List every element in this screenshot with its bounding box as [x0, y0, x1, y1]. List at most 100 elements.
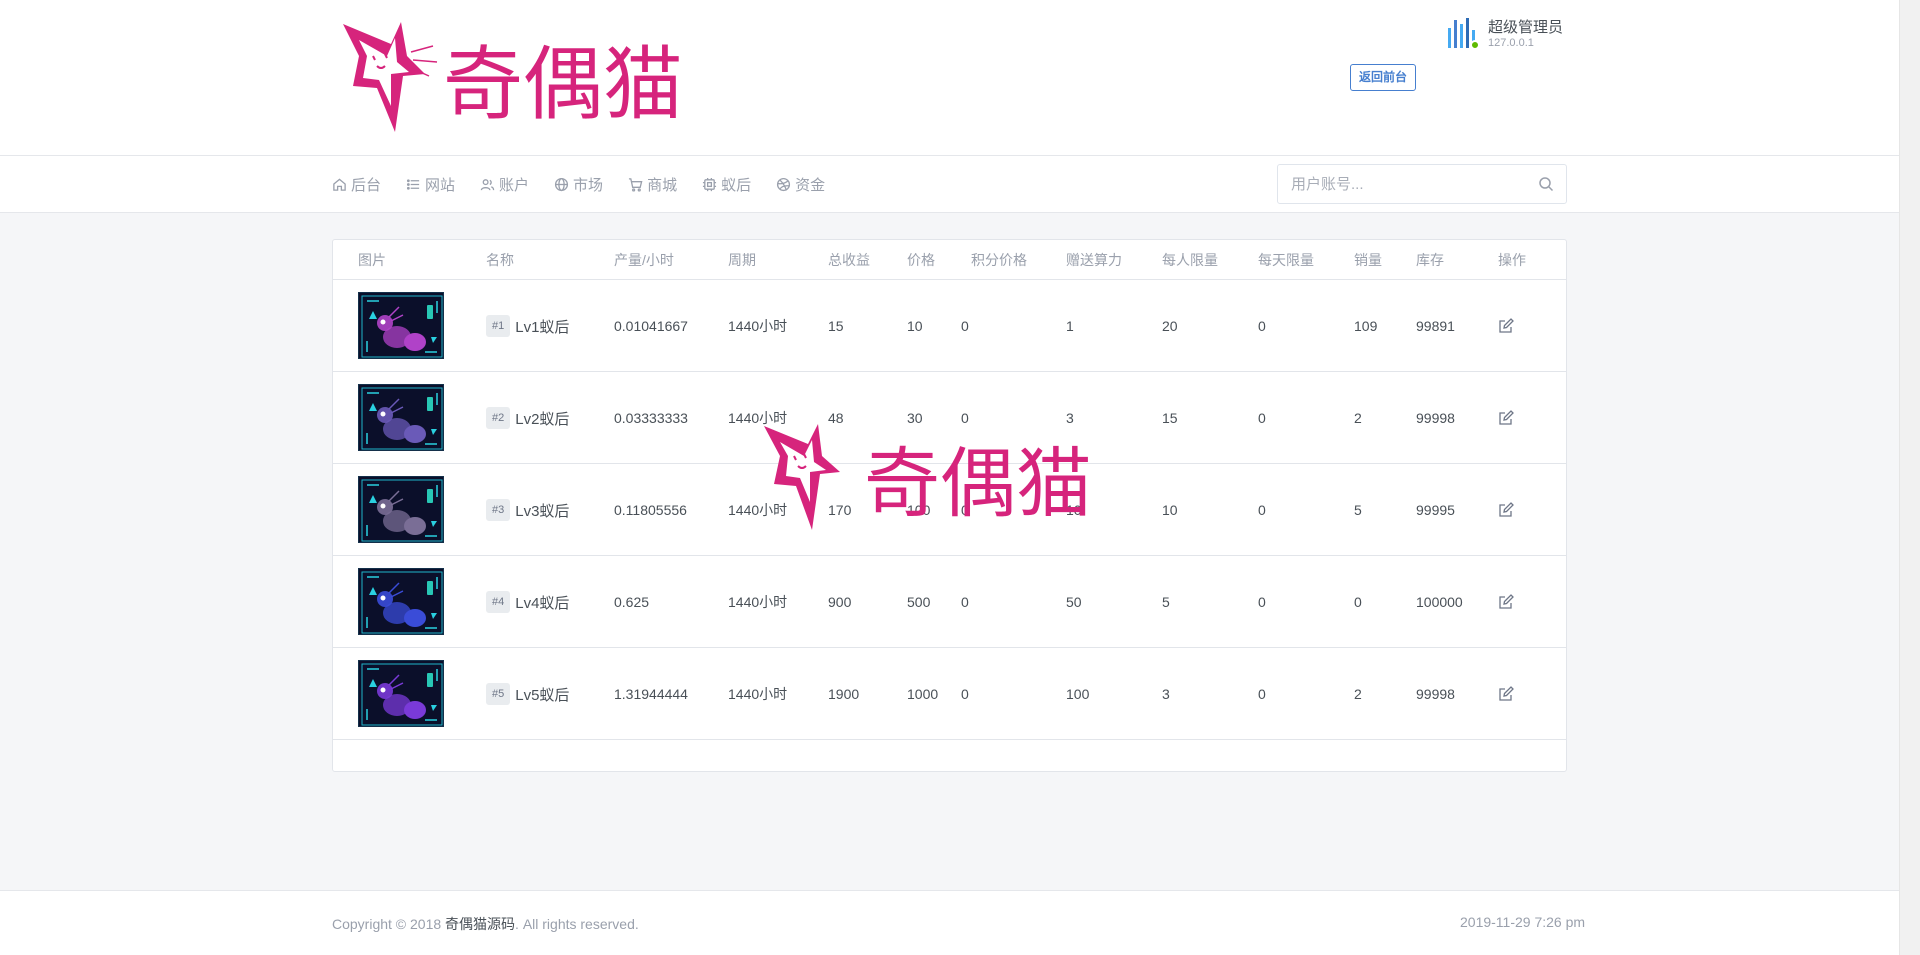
edit-icon[interactable] [1498, 318, 1514, 334]
copyright-brand-link[interactable]: 奇偶猫源码 [445, 916, 515, 932]
cell-output: 0.01041667 [614, 318, 688, 334]
cell-stock: 99995 [1416, 502, 1455, 518]
cart-icon [628, 177, 643, 192]
user-account-search-input[interactable] [1278, 165, 1528, 203]
cell-name: #3 Lv3蚁后 [486, 464, 569, 556]
id-badge: #3 [486, 499, 511, 521]
cell-per-person: 10 [1162, 502, 1178, 518]
edit-icon[interactable] [1498, 502, 1514, 518]
cell-stock: 99998 [1416, 410, 1455, 426]
back-to-frontend-button[interactable]: 返回前台 [1350, 64, 1417, 91]
col-header-per-day[interactable]: 每天限量 [1258, 240, 1314, 280]
col-header-stock[interactable]: 库存 [1416, 240, 1444, 280]
brand-logo[interactable]: 奇偶猫 [333, 16, 713, 138]
col-header-price[interactable]: 价格 [907, 240, 935, 280]
nav-item-market[interactable]: 市场 [554, 174, 603, 195]
col-header-actions: 操作 [1498, 252, 1526, 268]
nav-item-funds[interactable]: 资金 [776, 174, 825, 195]
cell-price: 100 [907, 502, 931, 518]
cell-name: #5 Lv5蚁后 [486, 648, 569, 740]
edit-icon[interactable] [1498, 410, 1514, 426]
table-row: #5 Lv5蚁后 1.31944444 1440小时 1900 1000 0 100 3 0 2 99… [333, 648, 1566, 740]
product-name: Lv3蚁后 [515, 502, 570, 520]
globe-icon [554, 177, 569, 192]
nav-item-label: 资金 [795, 177, 826, 194]
nav-item-label: 网站 [425, 177, 456, 194]
cell-per-day: 0 [1258, 318, 1266, 334]
online-status-dot [1470, 40, 1480, 50]
search-icon[interactable] [1538, 176, 1554, 192]
table-row: #1 Lv1蚁后 0.01041667 1440小时 15 10 0 1 20 0 109 99891 [333, 280, 1566, 372]
footer: Copyright © 2018 奇偶猫源码. All rights reser… [0, 890, 1899, 955]
cell-total: 1900 [828, 686, 860, 702]
nav-item-label: 蚁后 [721, 177, 752, 194]
id-badge: #4 [486, 591, 511, 613]
col-header-image[interactable]: 图片 [358, 240, 386, 280]
product-thumbnail[interactable] [358, 384, 444, 451]
home-icon [332, 177, 347, 192]
product-thumbnail[interactable] [358, 292, 444, 359]
col-header-points-price[interactable]: 积分价格 [971, 240, 1027, 280]
cell-total: 15 [828, 318, 844, 334]
page: 奇偶猫 超级管理员 127.0.0.1 返回前台 后台 网站 账户 市场 商城 … [0, 0, 1899, 955]
cell-points-price: 0 [961, 502, 969, 518]
nav-item-website[interactable]: 网站 [406, 174, 455, 195]
copyright: Copyright © 2018 奇偶猫源码. All rights reser… [332, 914, 639, 934]
cell-points-price: 0 [961, 410, 969, 426]
cell-points-price: 0 [961, 318, 969, 334]
search-box [1277, 164, 1567, 204]
cell-sales: 2 [1354, 410, 1362, 426]
nav-item-admin[interactable]: 后台 [332, 174, 381, 195]
table-row: #2 Lv2蚁后 0.03333333 1440小时 48 30 0 3 15 0 2 99998 [333, 372, 1566, 464]
page-scrollbar[interactable] [1899, 0, 1920, 955]
cell-sales: 5 [1354, 502, 1362, 518]
cell-per-day: 0 [1258, 502, 1266, 518]
cell-bonus-power: 10 [1066, 502, 1082, 518]
product-thumbnail[interactable] [358, 476, 444, 543]
id-badge: #5 [486, 683, 511, 705]
cell-output: 0.11805556 [614, 502, 687, 518]
cell-name: #1 Lv1蚁后 [486, 280, 569, 372]
nav-item-queen[interactable]: 蚁后 [702, 174, 751, 195]
col-header-output[interactable]: 产量/小时 [614, 240, 674, 280]
logo-cat-bolt-icon [343, 22, 438, 132]
cell-name: #4 Lv4蚁后 [486, 556, 569, 648]
cell-period: 1440小时 [728, 410, 788, 426]
cell-name: #2 Lv2蚁后 [486, 372, 569, 464]
cell-bonus-power: 100 [1066, 686, 1090, 702]
cell-points-price: 0 [961, 686, 969, 702]
edit-icon[interactable] [1498, 686, 1514, 702]
cpu-icon [702, 177, 717, 192]
queen-products-table-card: 图片 名称 产量/小时 周期 总收益 价格 积分价格 赠送算力 每人限量 每天限… [332, 239, 1567, 772]
product-thumbnail[interactable] [358, 568, 444, 635]
cell-points-price: 0 [961, 594, 969, 610]
nav-item-mall[interactable]: 商城 [628, 174, 677, 195]
nav-items: 后台 网站 账户 市场 商城 蚁后 资金 [332, 156, 850, 213]
list-icon [406, 177, 421, 192]
cell-per-person: 3 [1162, 686, 1170, 702]
edit-icon[interactable] [1498, 594, 1514, 610]
nav-item-accounts[interactable]: 账户 [480, 174, 529, 195]
header: 奇偶猫 超级管理员 127.0.0.1 返回前台 [0, 0, 1899, 156]
user-ip: 127.0.0.1 [1488, 37, 1534, 49]
cell-sales: 2 [1354, 686, 1362, 702]
col-header-per-person[interactable]: 每人限量 [1162, 240, 1218, 280]
cell-per-person: 20 [1162, 318, 1178, 334]
col-header-sales[interactable]: 销量 [1354, 240, 1382, 280]
copyright-suffix: . All rights reserved. [515, 916, 639, 932]
nav-item-label: 商城 [647, 177, 678, 194]
logo-wordmark: 奇偶猫 [443, 38, 683, 131]
product-thumbnail[interactable] [358, 660, 444, 727]
col-header-total[interactable]: 总收益 [828, 240, 870, 280]
cell-total: 170 [828, 502, 852, 518]
table-row: #3 Lv3蚁后 0.11805556 1440小时 170 100 0 10 10 0 5 9999… [333, 464, 1566, 556]
cell-per-day: 0 [1258, 686, 1266, 702]
dribbble-icon [776, 177, 791, 192]
col-header-bonus-power[interactable]: 赠送算力 [1066, 240, 1122, 280]
col-header-period[interactable]: 周期 [728, 240, 756, 280]
cell-sales: 0 [1354, 594, 1362, 610]
col-header-name[interactable]: 名称 [486, 240, 514, 280]
footer-timestamp: 2019-11-29 7:26 pm [1460, 914, 1586, 930]
cell-bonus-power: 1 [1066, 318, 1074, 334]
cell-price: 1000 [907, 686, 939, 702]
